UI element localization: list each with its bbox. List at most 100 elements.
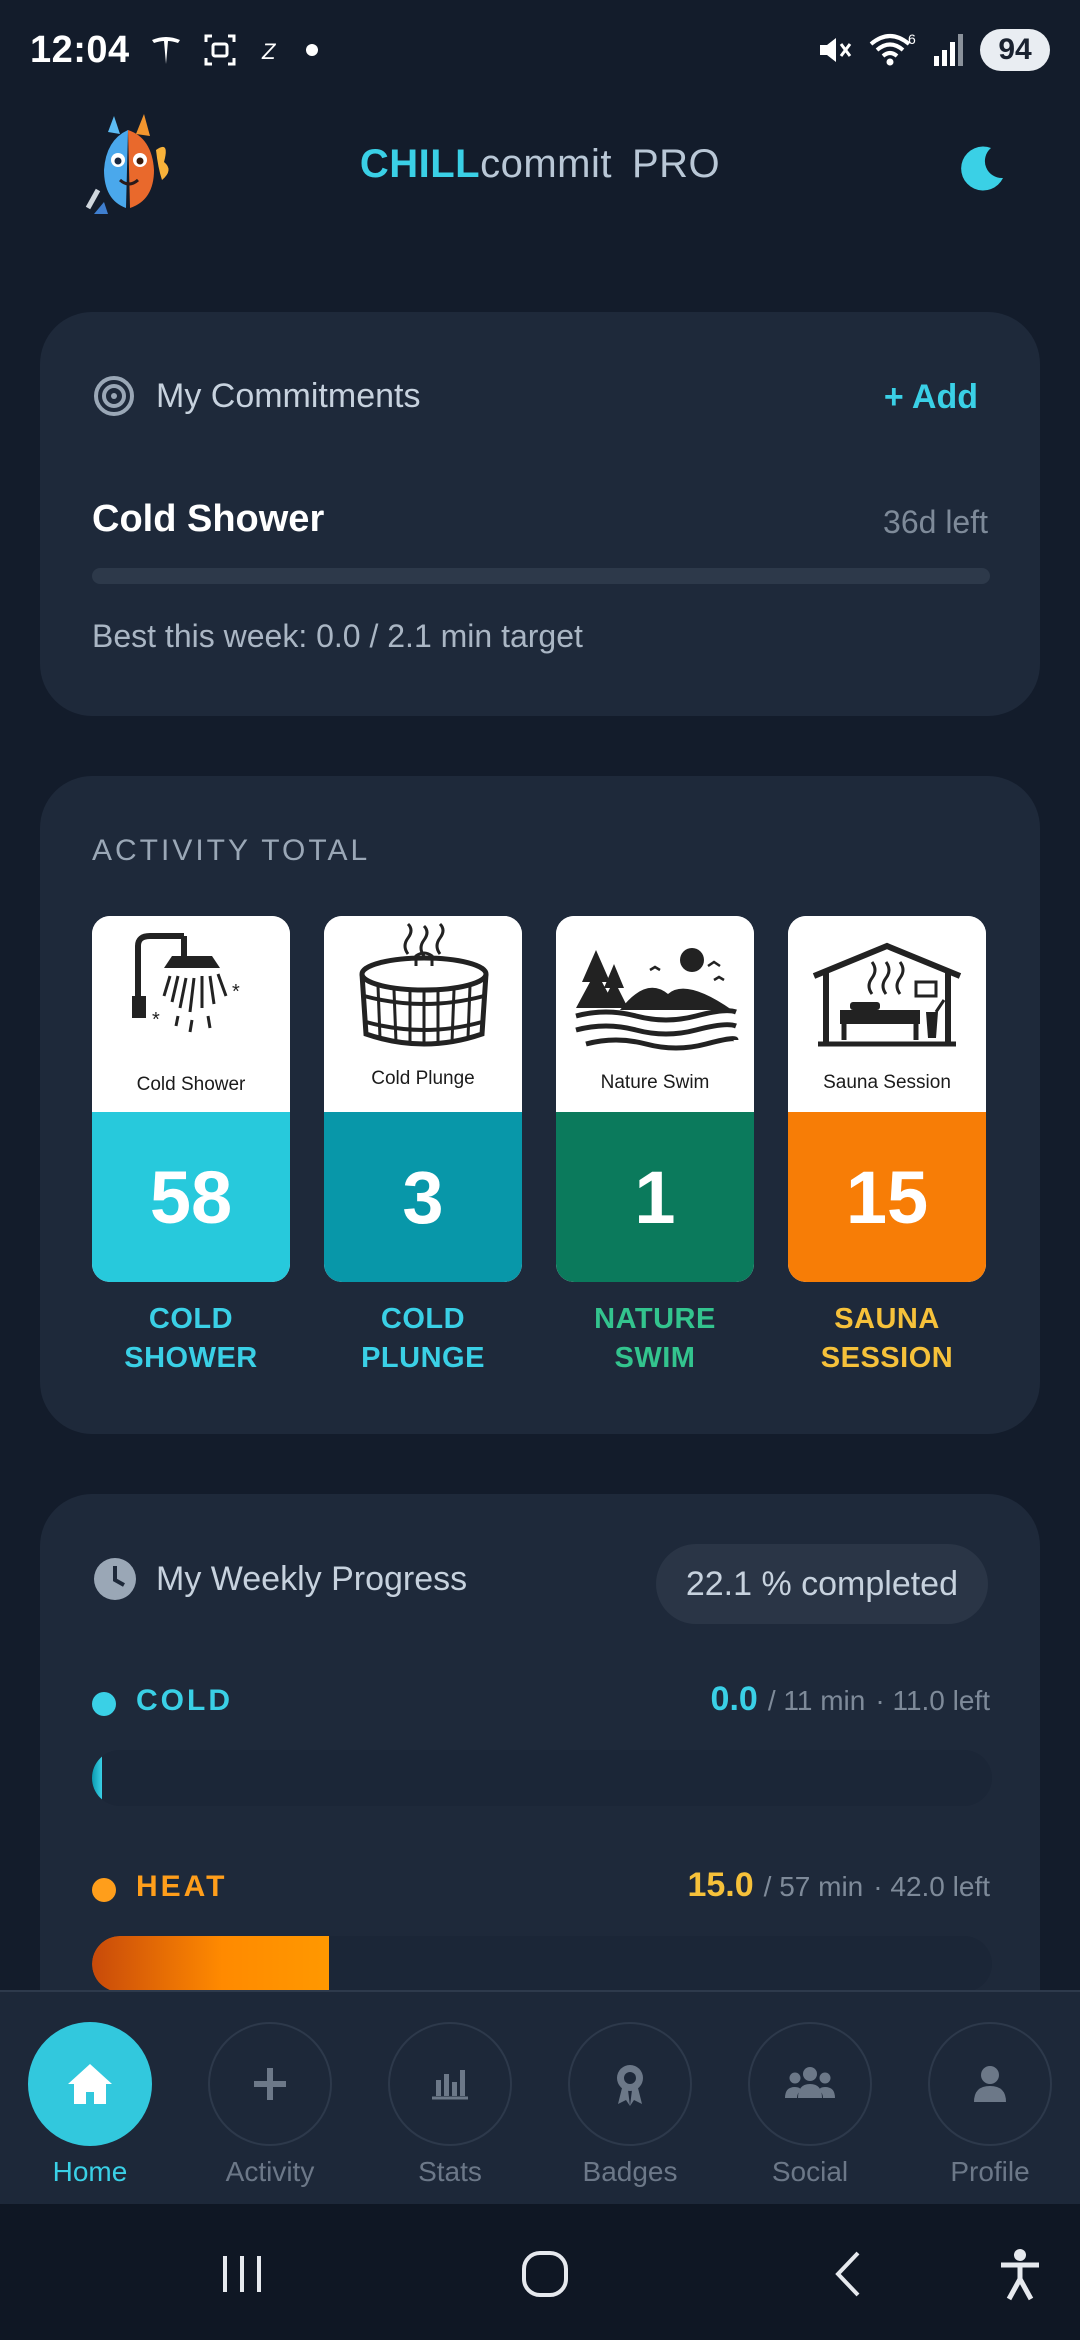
nav-activity[interactable]: Activity (180, 2022, 360, 2202)
brand-chill: CHILL (359, 142, 481, 186)
brand-commit: commit (480, 142, 612, 186)
nav-activity-button[interactable] (208, 2022, 332, 2146)
commitment-name[interactable]: Cold Shower (92, 498, 324, 541)
tile-caption: Cold Shower (136, 1074, 246, 1095)
tile-caption: Sauna Session (823, 1072, 951, 1093)
heat-label: HEAT (136, 1870, 228, 1903)
cold-remaining: · 11.0 left (875, 1685, 990, 1716)
commitments-card: My Commitments + Add Cold Shower 36d lef… (40, 312, 1040, 716)
nav-label: Profile (950, 2156, 1030, 2187)
nav-home-button[interactable] (28, 2022, 152, 2146)
user-icon (974, 2066, 1006, 2102)
nav-profile-button[interactable] (928, 2022, 1052, 2146)
nav-badges[interactable]: Badges (540, 2022, 720, 2202)
signal-icon (932, 32, 966, 68)
cold-dot-icon (92, 1692, 116, 1716)
cold-label: COLD (136, 1684, 233, 1717)
activity-tile-sauna-session[interactable]: Sauna Session 15 (788, 916, 986, 1282)
moon-icon (961, 146, 1003, 191)
tesla-icon (148, 32, 184, 68)
nav-label: Stats (418, 2156, 482, 2187)
heat-value: 15.0 (687, 1866, 754, 1904)
screenshot-icon (202, 32, 238, 68)
svg-text:*: * (152, 1009, 160, 1031)
status-time: 12:04 (30, 28, 130, 71)
tile-label-line: SWIM (614, 1342, 696, 1374)
plus-icon (254, 2068, 286, 2100)
nav-profile[interactable]: Profile (900, 2022, 1080, 2202)
theme-toggle-button[interactable] (955, 140, 1011, 196)
cold-shower-illustration: * * Cold Shower (92, 916, 290, 1112)
nav-badges-button[interactable] (568, 2022, 692, 2146)
nav-social[interactable]: Social (720, 2022, 900, 2202)
tile-label-nature-swim: NATURE SWIM (556, 1300, 754, 1378)
tile-count: 15 (788, 1112, 986, 1282)
activity-tile-nature-swim[interactable]: Nature Swim 1 (556, 916, 754, 1282)
cold-plunge-illustration: Cold Plunge (324, 916, 522, 1112)
activity-total-label: ACTIVITY TOTAL (92, 834, 371, 867)
heat-progress-fill (92, 1936, 329, 1992)
status-bar: 12:04 Z 6 94 (0, 0, 1080, 100)
clock-icon (94, 1558, 136, 1600)
svg-text:Z: Z (261, 39, 277, 64)
add-commitment-button[interactable]: + Add (884, 378, 978, 417)
tile-label-sauna-session: SAUNA SESSION (788, 1300, 986, 1378)
heat-target: / 57 min (763, 1871, 864, 1902)
svg-text:6: 6 (908, 31, 916, 47)
home-system-button[interactable] (515, 2244, 575, 2304)
cold-metric-row: COLD 0.0 / 11 min · 11.0 left (92, 1680, 990, 1730)
app-brand-title: CHILLcommit PRO (0, 142, 1080, 187)
back-button[interactable] (818, 2244, 878, 2304)
sauna-session-illustration: Sauna Session (788, 916, 986, 1112)
nav-label: Badges (582, 2156, 678, 2187)
brand-pro: PRO (631, 142, 721, 186)
notification-dot-icon (304, 42, 320, 58)
accessibility-button[interactable] (990, 2244, 1050, 2304)
heat-remaining: · 42.0 left (873, 1871, 990, 1902)
svg-text:*: * (232, 981, 240, 1003)
tile-label-cold-plunge: COLD PLUNGE (324, 1300, 522, 1378)
nav-stats[interactable]: Stats (360, 2022, 540, 2202)
activity-tile-cold-shower[interactable]: * * Cold Shower 58 (92, 916, 290, 1282)
home-icon (68, 2064, 112, 2104)
mute-icon (814, 30, 854, 70)
nature-swim-illustration: Nature Swim (556, 916, 754, 1112)
app-header: CHILLcommit PRO (0, 110, 1080, 230)
tile-caption: Cold Plunge (371, 1068, 475, 1089)
tile-count: 3 (324, 1112, 522, 1282)
nav-label: Activity (225, 2156, 315, 2187)
nav-social-button[interactable] (748, 2022, 872, 2146)
weekly-progress-header: My Weekly Progress (92, 1556, 467, 1602)
commitment-best-text: Best this week: 0.0 / 2.1 min target (92, 618, 583, 654)
activity-total-card: ACTIVITY TOTAL * * Cold Shower 58 Cold P… (40, 776, 1040, 1434)
heat-values: 15.0 / 57 min · 42.0 left (687, 1866, 990, 1905)
cold-target: / 11 min (767, 1685, 866, 1716)
tile-label-line: COLD (380, 1303, 466, 1335)
home-system-icon (522, 2251, 568, 2297)
back-icon (835, 2251, 860, 2297)
cold-values: 0.0 / 11 min · 11.0 left (711, 1680, 990, 1719)
commitments-header: My Commitments (92, 374, 420, 418)
cold-progress-bar (92, 1750, 992, 1806)
tile-count: 1 (556, 1112, 754, 1282)
accessibility-icon (1001, 2249, 1039, 2301)
tile-label-line: NATURE (594, 1303, 716, 1335)
nav-label: Home (52, 2156, 128, 2187)
tile-caption: Nature Swim (600, 1072, 710, 1093)
nav-stats-button[interactable] (388, 2022, 512, 2146)
cold-value: 0.0 (710, 1680, 758, 1718)
activity-tiles: * * Cold Shower 58 Cold Plunge 3 Nature … (92, 916, 988, 1386)
recent-apps-icon (223, 2256, 261, 2292)
nav-home[interactable]: Home (0, 2022, 180, 2202)
heat-dot-icon (92, 1878, 116, 1902)
bar-chart-icon (432, 2070, 468, 2100)
commitment-progress-bar (92, 568, 990, 584)
target-icon (94, 376, 134, 416)
tile-count: 58 (92, 1112, 290, 1282)
bottom-navigation: Home Activity Stats Badges Social Profil… (0, 1990, 1080, 2204)
activity-tile-cold-plunge[interactable]: Cold Plunge 3 (324, 916, 522, 1282)
heat-metric-row: HEAT 15.0 / 57 min · 42.0 left (92, 1866, 990, 1916)
commitments-title: My Commitments (156, 376, 421, 415)
recent-apps-button[interactable] (212, 2244, 272, 2304)
heat-progress-bar (92, 1936, 992, 1992)
